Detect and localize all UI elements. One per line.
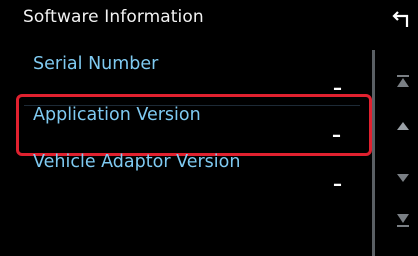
list-item-vehicle-adaptor-version[interactable]: Vehicle Adaptor Version – bbox=[10, 152, 366, 212]
software-information-screen: Software Information Serial Number – App… bbox=[0, 0, 418, 256]
list-item-label: Application Version bbox=[33, 105, 201, 125]
return-arrow-icon bbox=[392, 11, 409, 27]
header-bar: Software Information bbox=[0, 0, 418, 38]
scroll-top-button[interactable] bbox=[388, 64, 418, 104]
list-item-value: – bbox=[333, 174, 342, 195]
list-item-value: – bbox=[332, 125, 341, 146]
list-item-label: Serial Number bbox=[33, 54, 159, 74]
scroll-up-icon bbox=[397, 122, 409, 130]
scroll-bottom-icon bbox=[397, 214, 409, 227]
back-button[interactable] bbox=[386, 2, 418, 34]
list-item-application-version[interactable]: Application Version – bbox=[16, 94, 372, 156]
scroll-down-button[interactable] bbox=[388, 160, 418, 200]
scroll-down-icon bbox=[397, 174, 409, 182]
scroll-bottom-button[interactable] bbox=[388, 204, 418, 244]
page-title: Software Information bbox=[23, 7, 204, 27]
scrollbar[interactable] bbox=[372, 50, 375, 256]
scroll-top-icon bbox=[397, 75, 409, 87]
list-item-label: Vehicle Adaptor Version bbox=[33, 152, 241, 172]
info-list: Serial Number – Application Version – Ve… bbox=[10, 38, 376, 256]
scroll-up-button[interactable] bbox=[388, 108, 418, 148]
